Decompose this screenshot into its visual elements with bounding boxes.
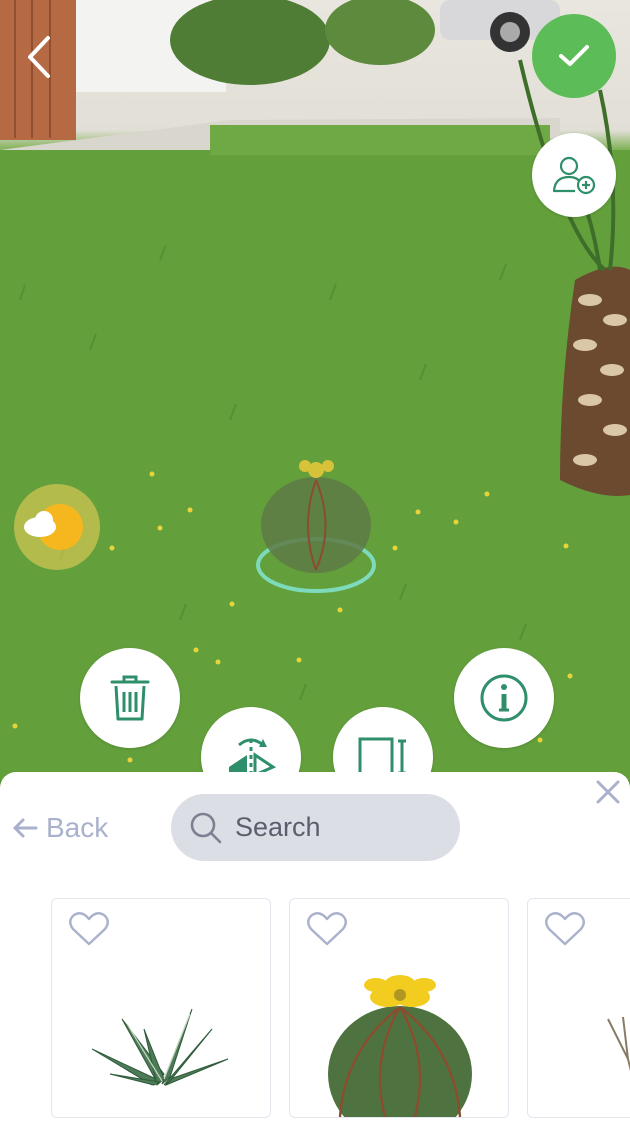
back-chevron-button[interactable] [20, 32, 60, 82]
back-link[interactable]: Back [12, 812, 108, 844]
search-icon [190, 812, 222, 843]
back-link-label: Back [46, 812, 109, 843]
trash-icon [110, 675, 150, 721]
close-icon [596, 780, 620, 804]
catalog-item-barrel-cactus[interactable] [289, 898, 509, 1118]
checkmark-icon [559, 45, 589, 66]
weather-toggle[interactable] [14, 484, 100, 570]
arrow-left-icon [13, 818, 38, 838]
info-icon [480, 674, 528, 722]
search-placeholder: Search [235, 812, 321, 842]
catalog-item-branch[interactable] [527, 898, 630, 1118]
barrel-cactus-thumbnail [328, 975, 472, 1117]
add-user-button[interactable] [532, 133, 616, 217]
branch-thumbnail [607, 1016, 630, 1072]
user-add-icon [552, 156, 596, 195]
close-panel-button[interactable] [594, 778, 622, 806]
search-input[interactable]: Search [171, 794, 460, 861]
catalog-item-agave[interactable] [51, 898, 271, 1118]
back-chevron-icon [28, 36, 50, 78]
confirm-button[interactable] [532, 14, 616, 98]
info-button[interactable] [454, 648, 554, 748]
agave-thumbnail [91, 1008, 229, 1087]
weather-icon [24, 504, 83, 550]
delete-button[interactable] [80, 648, 180, 748]
